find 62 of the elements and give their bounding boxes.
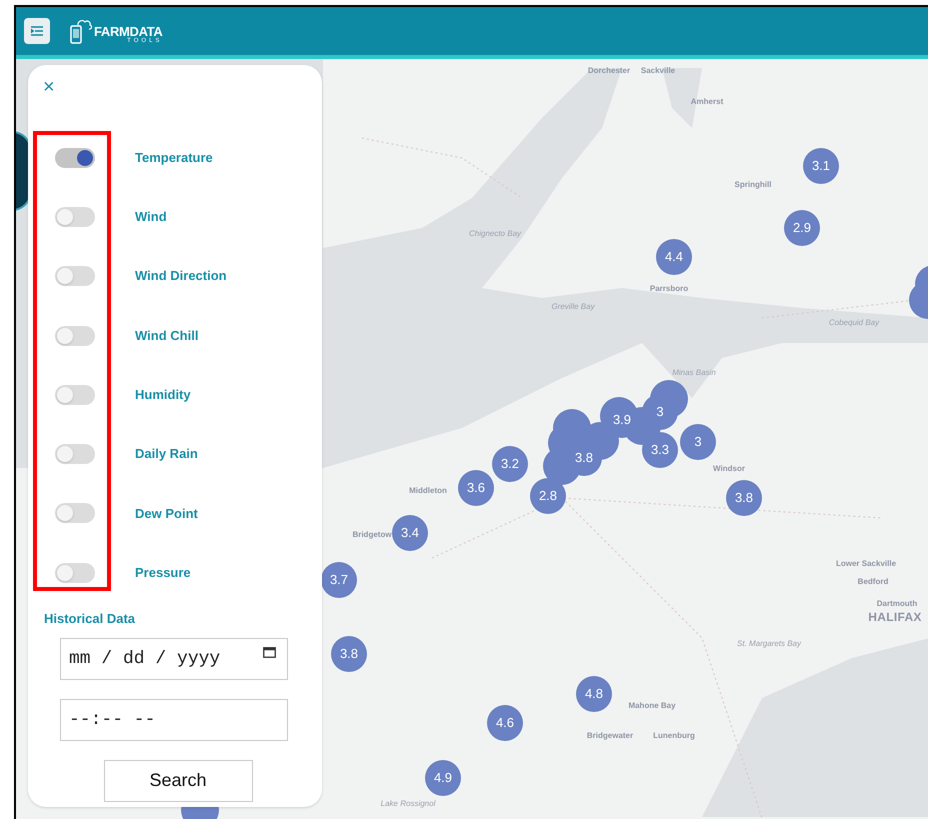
map-marker[interactable]: 3.7 [321,562,357,598]
map-place-label: Lunenburg [653,732,695,740]
map-marker[interactable]: 3.3 [642,432,678,468]
map-place-label: Middleton [409,487,447,495]
map-place-label: Bedford [858,578,888,586]
time-field[interactable]: --:-- -- [60,698,288,741]
map-marker[interactable]: 4.9 [425,760,461,796]
map-place-label: St. Margarets Bay [736,640,802,648]
map-place-label: Chignecto Bay [468,230,522,238]
layer-label: Wind Chill [135,326,198,345]
map-marker[interactable]: 3.6 [458,470,494,506]
map-place-label: HALIFAX [868,611,922,623]
menu-icon [31,26,43,36]
layer-label: Pressure [135,564,191,582]
map-place-label: Dorchester [588,67,630,75]
map-marker[interactable]: 4.4 [656,239,692,275]
toggle-switch[interactable] [55,562,95,583]
map-place-label: Amherst [690,98,724,106]
map-place-label: Mahone Bay [628,702,676,710]
date-field[interactable]: mm / dd / yyyy [60,638,288,680]
layer-label: Temperature [135,148,213,167]
map-marker[interactable]: 2.9 [784,210,820,246]
map-marker[interactable]: 3 [680,424,716,460]
map-place-label: Dartmouth [876,600,918,608]
toggle-switch[interactable] [55,384,95,405]
phone-cloud-logo-icon [70,18,92,44]
logo-title: FARMDATA [94,25,162,38]
map-place-label: Bridgewater [586,732,634,740]
toggle-switch[interactable] [55,444,95,464]
toggle-switch[interactable] [55,206,95,227]
map-marker[interactable]: 4.6 [487,705,523,741]
toggle-switch[interactable] [55,266,95,286]
menu-button[interactable] [24,18,50,44]
map-place-label: Cobequid Bay [828,319,880,327]
map-place-label: Bridgetow [352,531,392,539]
map-marker[interactable]: 3.8 [726,480,762,516]
map-place-label: Parrsboro [650,285,688,293]
close-button[interactable]: × [43,77,55,97]
map-marker[interactable]: 3.4 [392,515,428,551]
layer-label: Wind [135,208,167,226]
map-place-label: Minas Basin [672,369,716,377]
map-place-label: Springhill [734,181,772,189]
map-place-label: Lower Sackville [836,560,896,568]
layer-label: Daily Rain [135,445,198,464]
map-marker[interactable]: 3.2 [492,446,528,482]
map-place-label: Lake Rossignol [380,800,436,808]
layer-label: Dew Point [135,504,198,523]
map-marker[interactable]: 3.1 [803,148,839,184]
map-marker[interactable]: 2.8 [530,478,566,514]
layer-label: Humidity [135,386,191,404]
map-marker[interactable]: 3.8 [331,636,367,672]
search-button[interactable]: Search [104,760,252,802]
layer-label: Wind Direction [135,267,227,286]
section-title: Historical Data [44,610,136,628]
toggle-switch[interactable] [55,326,95,346]
map-place-label: Windsor [713,465,745,473]
map-place-label: Greville Bay [551,303,595,311]
map-marker[interactable]: 4.8 [576,676,612,712]
calendar-icon [263,646,276,658]
toggle-switch[interactable] [55,503,95,524]
toggle-switch[interactable] [55,148,95,168]
map-place-label: Sackville [640,67,676,75]
